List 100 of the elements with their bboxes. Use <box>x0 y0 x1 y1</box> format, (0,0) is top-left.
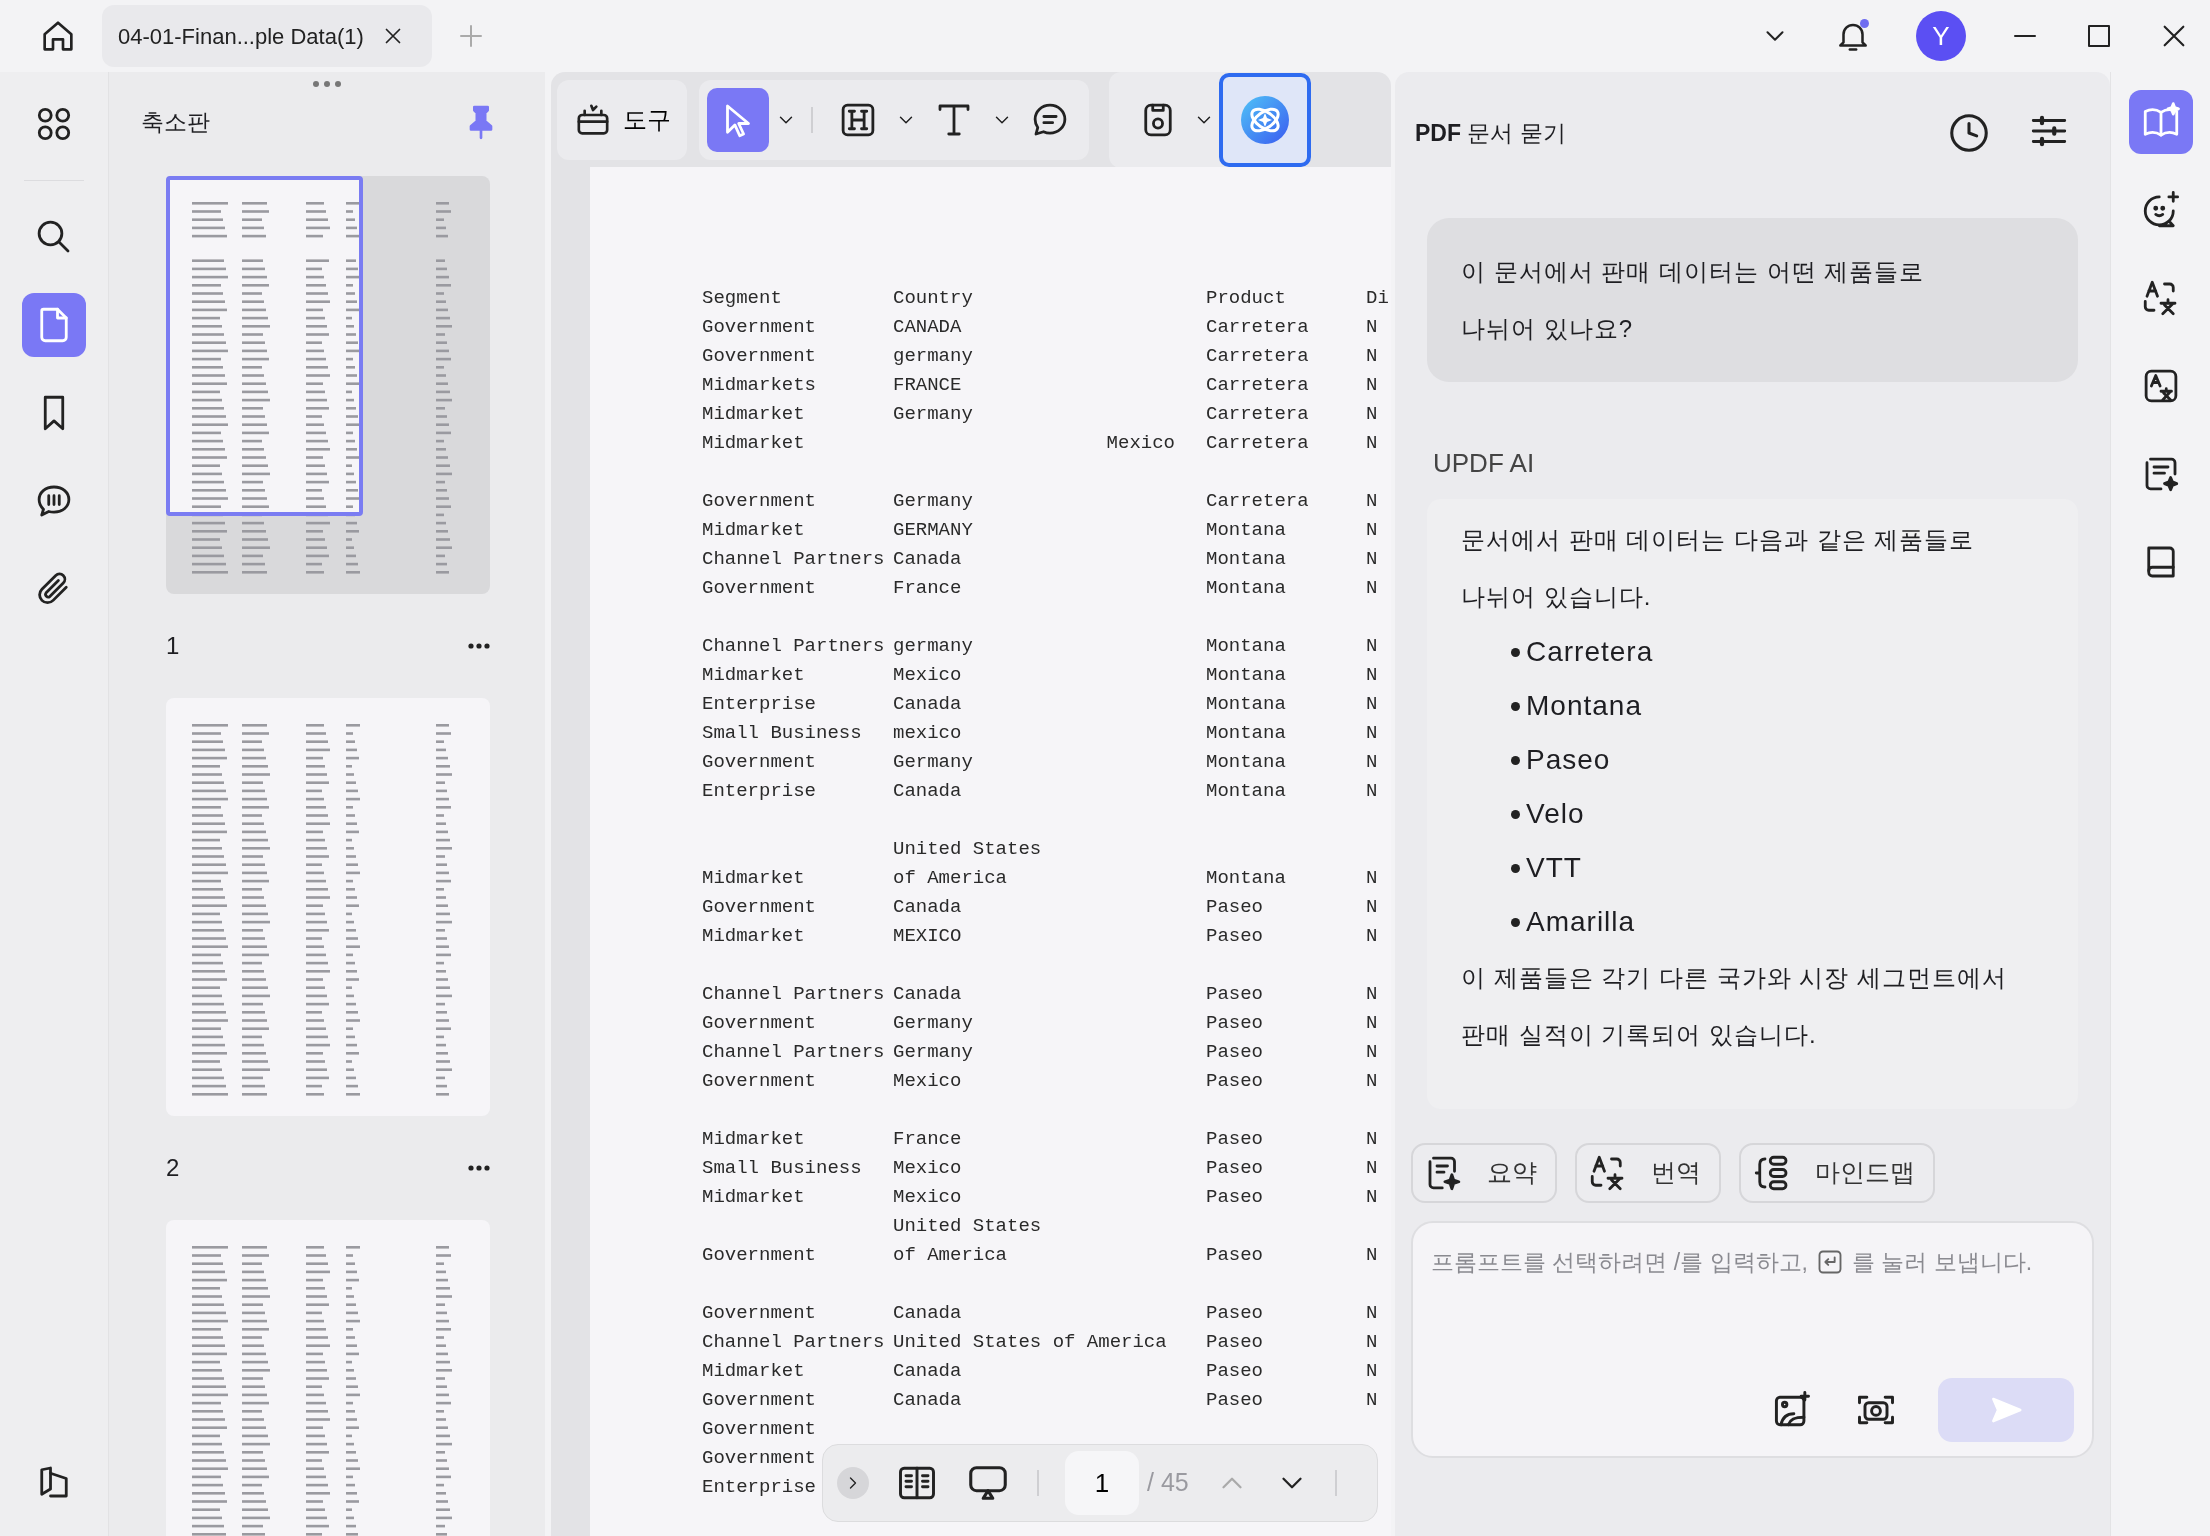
product-text: Product <box>1206 287 1286 309</box>
segment-text: Midmarket <box>702 432 805 454</box>
product-text: Paseo <box>1206 1186 1263 1208</box>
product-text: Paseo <box>1206 925 1263 947</box>
column-text: N <box>1366 635 1378 657</box>
product-text: Paseo <box>1206 1157 1263 1179</box>
page-thumbnail[interactable] <box>166 698 490 1116</box>
country-text: Canada <box>893 983 962 1005</box>
more-icon[interactable] <box>468 1165 490 1171</box>
page-thumbnail[interactable] <box>166 1220 490 1536</box>
country-text: Germany <box>893 490 973 512</box>
bullet-icon <box>1511 701 1520 711</box>
column-text: N <box>1366 983 1378 1005</box>
product-text: Carretera <box>1206 490 1309 512</box>
column-text: N <box>1366 1041 1378 1063</box>
segment-text: Government <box>702 1418 817 1440</box>
segment-text: Government <box>702 345 817 367</box>
page-total: / 45 <box>1147 1467 1189 1499</box>
country-text: Mexico <box>893 1186 962 1208</box>
column-text: N <box>1366 1157 1378 1179</box>
segment-text: Segment <box>702 287 782 309</box>
segment-text: Government <box>702 577 817 599</box>
country-text: Mexico <box>893 1070 962 1092</box>
segment-text: Government <box>702 1389 817 1411</box>
list-item: Paseo <box>1526 743 1611 777</box>
country-text: Canada <box>893 896 962 918</box>
product-text: Paseo <box>1206 1331 1263 1353</box>
column-text: N <box>1366 316 1378 338</box>
product-text: Montana <box>1206 664 1286 686</box>
segment-text: Government <box>702 751 817 773</box>
bullet-icon <box>1511 755 1520 765</box>
document-tab[interactable]: 04-01-Finan...ple Data(1) <box>102 5 432 67</box>
list-item: Carretera <box>1526 635 1654 669</box>
segment-text: Midmarket <box>702 867 805 889</box>
segment-text: Enterprise <box>702 1476 817 1498</box>
bullet-icon <box>1511 863 1520 873</box>
column-text: N <box>1366 1186 1378 1208</box>
segment-text: Midmarket <box>702 403 805 425</box>
product-text: Paseo <box>1206 1360 1263 1382</box>
column-text: N <box>1366 896 1378 918</box>
bullet-icon <box>1511 917 1520 927</box>
question-message: 이 문서에서 판매 데이터는 어떤 제품들로 나뉘어 있나요? <box>1427 218 2078 382</box>
country-text: United States of America <box>893 1331 1167 1353</box>
country-text: United States <box>893 838 1042 860</box>
more-icon[interactable] <box>468 643 490 649</box>
column-text: N <box>1366 780 1378 802</box>
user-avatar[interactable]: Y <box>1916 11 1966 61</box>
ai-icon <box>1239 93 1291 146</box>
segment-text: Government <box>702 1447 817 1469</box>
segment-text: Government <box>702 1302 817 1324</box>
product-text: Paseo <box>1206 1041 1263 1063</box>
country-text: Canada <box>893 1360 962 1382</box>
segment-text: Midmarket <box>702 1128 805 1150</box>
column-text: N <box>1366 867 1378 889</box>
expand-button[interactable] <box>837 1467 869 1499</box>
page-number: 1 <box>166 631 180 661</box>
product-text: Montana <box>1206 867 1286 889</box>
placeholder-text: 를 눌러 보냅니다. <box>1851 1248 2033 1277</box>
product-text: Montana <box>1206 577 1286 599</box>
segment-text: Government <box>702 316 817 338</box>
product-text: Montana <box>1206 693 1286 715</box>
segment-text: Government <box>702 1012 817 1034</box>
product-text: Paseo <box>1206 1389 1263 1411</box>
viewport-frame[interactable] <box>166 176 363 516</box>
segment-text: Enterprise <box>702 780 817 802</box>
list-item: Velo <box>1526 797 1585 831</box>
country-text: Germany <box>893 751 973 773</box>
country-text: Canada <box>893 693 962 715</box>
drag-handle-icon[interactable] <box>312 80 342 88</box>
panel-title: 축소판 <box>141 107 210 137</box>
country-text: MEXICO <box>893 925 962 947</box>
action-button[interactable]: 마인드맵 <box>1739 1143 1935 1203</box>
page-thumbnail[interactable] <box>166 176 490 594</box>
country-text: of America <box>893 1244 1008 1266</box>
segment-text: Small Business <box>702 722 862 744</box>
column-text: N <box>1366 693 1378 715</box>
column-text: N <box>1366 1389 1378 1411</box>
page-number-field[interactable]: 1 <box>1065 1451 1139 1515</box>
column-text: N <box>1366 577 1378 599</box>
column-text: N <box>1366 925 1378 947</box>
product-text: Montana <box>1206 780 1286 802</box>
segment-text: Small Business <box>702 1157 862 1179</box>
country-text: Mexico <box>893 1157 962 1179</box>
action-button[interactable]: 번역 <box>1575 1143 1721 1203</box>
action-button[interactable]: 요약 <box>1411 1143 1557 1203</box>
segment-text: Government <box>702 1244 817 1266</box>
column-text: N <box>1366 1070 1378 1092</box>
product-text: Carretera <box>1206 345 1309 367</box>
panel-title: PDF 문서 묻기 <box>1415 118 1566 148</box>
segment-text: Enterprise <box>702 693 817 715</box>
bullet-icon <box>1511 647 1520 657</box>
bullet-icon <box>1511 809 1520 819</box>
segment-text: Channel Partners <box>702 983 885 1005</box>
country-text: of America <box>893 867 1008 889</box>
answer-text: 문서에서 판매 데이터는 다음과 같은 제품들로 나뉘어 있습니다. <box>1461 525 1976 612</box>
country-text: Country <box>893 287 973 309</box>
product-text: Carretera <box>1206 403 1309 425</box>
column-text: N <box>1366 1360 1378 1382</box>
column-text: Mexico <box>1106 432 1175 454</box>
segment-text: Channel Partners <box>702 1041 885 1063</box>
